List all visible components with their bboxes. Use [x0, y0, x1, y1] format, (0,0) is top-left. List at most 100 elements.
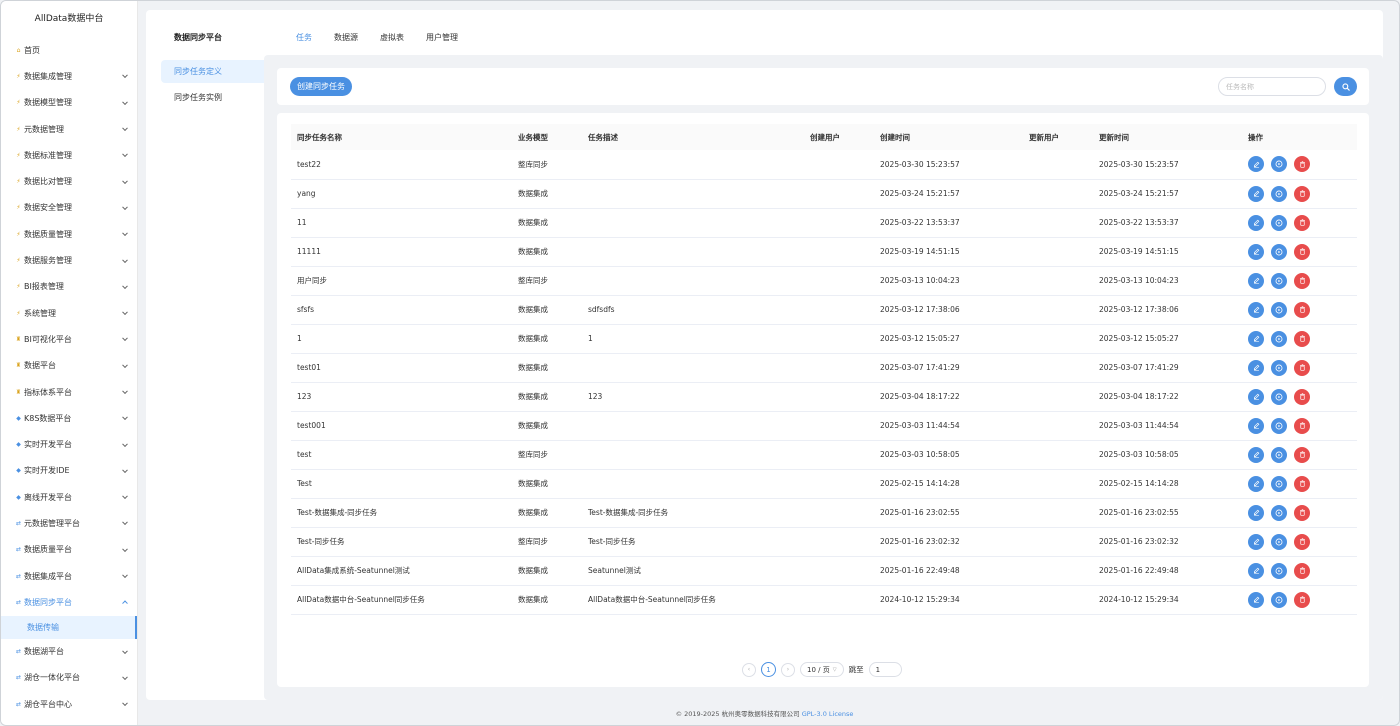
create-sync-task-button[interactable]: 创建同步任务: [290, 77, 352, 96]
cell-updater: [1023, 179, 1093, 209]
delete-button[interactable]: [1294, 504, 1310, 521]
license-link[interactable]: GPL-3.0 License: [802, 710, 854, 718]
trash-icon: [1299, 161, 1305, 168]
sidebar-item[interactable]: ⇄ 湖仓一体化平台: [1, 665, 137, 691]
sidebar-item[interactable]: ⚡ 数据模型管理: [1, 90, 137, 116]
sidebar-item[interactable]: ♜ BI可视化平台: [1, 326, 137, 352]
sidebar-item[interactable]: ⚡ 数据集成管理: [1, 63, 137, 89]
edit-button[interactable]: [1248, 301, 1264, 318]
sidebar-item[interactable]: ⇄ 湖仓平台中心: [1, 691, 137, 717]
sidebar-item[interactable]: ◆ K8S数据平台: [1, 405, 137, 431]
delete-button[interactable]: [1294, 185, 1310, 202]
nav-sync-task-definition[interactable]: 同步任务定义: [161, 60, 274, 83]
sidebar-item-label: 数据标准管理: [24, 150, 72, 160]
edit-button[interactable]: [1248, 446, 1264, 463]
delete-button[interactable]: [1294, 214, 1310, 231]
cell-updater: [1023, 527, 1093, 557]
edit-button[interactable]: [1248, 504, 1264, 521]
sidebar-item[interactable]: ♜ 指标体系平台: [1, 379, 137, 405]
cell-business-model: 整库同步: [512, 440, 582, 470]
sidebar-subitem-data-transfer[interactable]: 数据传输: [1, 615, 137, 639]
page-size-select[interactable]: 10 / 页 ▽: [800, 662, 844, 677]
edit-button[interactable]: [1248, 185, 1264, 202]
run-button[interactable]: [1271, 417, 1287, 434]
delete-button[interactable]: [1294, 330, 1310, 347]
delete-button[interactable]: [1294, 533, 1310, 550]
sidebar-item[interactable]: ⇄ 数据集成平台: [1, 563, 137, 589]
edit-button[interactable]: [1248, 562, 1264, 579]
edit-icon: [1253, 219, 1259, 226]
edit-button[interactable]: [1248, 417, 1264, 434]
run-button[interactable]: [1271, 591, 1287, 608]
next-page-button[interactable]: ›: [781, 662, 795, 677]
chevron-down-icon: [122, 362, 128, 368]
tab-virtual-table[interactable]: 虚拟表: [380, 32, 404, 43]
sidebar-item[interactable]: ⚡ 数据服务管理: [1, 247, 137, 273]
sidebar-item[interactable]: ⌂ 首页: [1, 37, 137, 63]
sidebar-item[interactable]: ⚡ 系统管理: [1, 300, 137, 326]
run-button[interactable]: [1271, 562, 1287, 579]
task-name-search-input[interactable]: [1218, 77, 1326, 96]
chevron-down-icon: [122, 648, 128, 654]
delete-button[interactable]: [1294, 301, 1310, 318]
run-button[interactable]: [1271, 185, 1287, 202]
delete-button[interactable]: [1294, 243, 1310, 260]
delete-button[interactable]: [1294, 359, 1310, 376]
chevron-down-icon: [122, 467, 128, 473]
sidebar-item[interactable]: ⚡ 数据安全管理: [1, 195, 137, 221]
jump-page-input[interactable]: 1: [868, 662, 902, 677]
page-number-button[interactable]: 1: [761, 662, 776, 677]
sidebar-item[interactable]: ◆ 实时开发IDE: [1, 458, 137, 484]
edit-icon: [1253, 509, 1259, 516]
edit-button[interactable]: [1248, 156, 1264, 173]
sidebar-item[interactable]: ⇄ 数据同步平台: [1, 589, 137, 615]
cell-create-time: 2025-02-15 14:14:28: [874, 469, 1023, 499]
run-button[interactable]: [1271, 359, 1287, 376]
sidebar-item[interactable]: ⚡ 数据质量管理: [1, 221, 137, 247]
sidebar-item[interactable]: ⚡ 数据比对管理: [1, 168, 137, 194]
delete-button[interactable]: [1294, 446, 1310, 463]
sidebar-item[interactable]: ♜ 数据平台: [1, 353, 137, 379]
edit-button[interactable]: [1248, 591, 1264, 608]
sidebar-item[interactable]: ◆ 实时开发平台: [1, 431, 137, 457]
sidebar-item[interactable]: ◆ 离线开发平台: [1, 484, 137, 510]
run-button[interactable]: [1271, 214, 1287, 231]
run-button[interactable]: [1271, 330, 1287, 347]
run-button[interactable]: [1271, 243, 1287, 260]
run-button[interactable]: [1271, 301, 1287, 318]
delete-button[interactable]: [1294, 475, 1310, 492]
run-button[interactable]: [1271, 504, 1287, 521]
delete-button[interactable]: [1294, 591, 1310, 608]
nav-sync-task-instance[interactable]: 同步任务实例: [161, 86, 274, 109]
search-button[interactable]: [1334, 77, 1357, 96]
prev-page-button[interactable]: ‹: [742, 662, 756, 677]
sidebar-item[interactable]: ⇄ 数据湖平台: [1, 639, 137, 665]
sidebar-item[interactable]: ⚡ BI报表管理: [1, 274, 137, 300]
sidebar-item[interactable]: ⇄ 元数据管理平台: [1, 510, 137, 536]
edit-button[interactable]: [1248, 330, 1264, 347]
delete-button[interactable]: [1294, 562, 1310, 579]
run-button[interactable]: [1271, 533, 1287, 550]
run-button[interactable]: [1271, 388, 1287, 405]
sidebar-item[interactable]: ⚡ 数据标准管理: [1, 142, 137, 168]
edit-button[interactable]: [1248, 359, 1264, 376]
edit-button[interactable]: [1248, 243, 1264, 260]
delete-button[interactable]: [1294, 156, 1310, 173]
run-button[interactable]: [1271, 272, 1287, 289]
tab-datasource[interactable]: 数据源: [334, 32, 358, 43]
run-button[interactable]: [1271, 475, 1287, 492]
edit-button[interactable]: [1248, 475, 1264, 492]
edit-button[interactable]: [1248, 388, 1264, 405]
delete-button[interactable]: [1294, 272, 1310, 289]
sidebar-item[interactable]: ⇄ 数据质量平台: [1, 537, 137, 563]
run-button[interactable]: [1271, 446, 1287, 463]
sidebar-item[interactable]: ⚡ 元数据管理: [1, 116, 137, 142]
tab-user-management[interactable]: 用户管理: [426, 32, 458, 43]
run-button[interactable]: [1271, 156, 1287, 173]
edit-button[interactable]: [1248, 214, 1264, 231]
tab-tasks[interactable]: 任务: [296, 32, 312, 43]
delete-button[interactable]: [1294, 388, 1310, 405]
delete-button[interactable]: [1294, 417, 1310, 434]
edit-button[interactable]: [1248, 272, 1264, 289]
edit-button[interactable]: [1248, 533, 1264, 550]
